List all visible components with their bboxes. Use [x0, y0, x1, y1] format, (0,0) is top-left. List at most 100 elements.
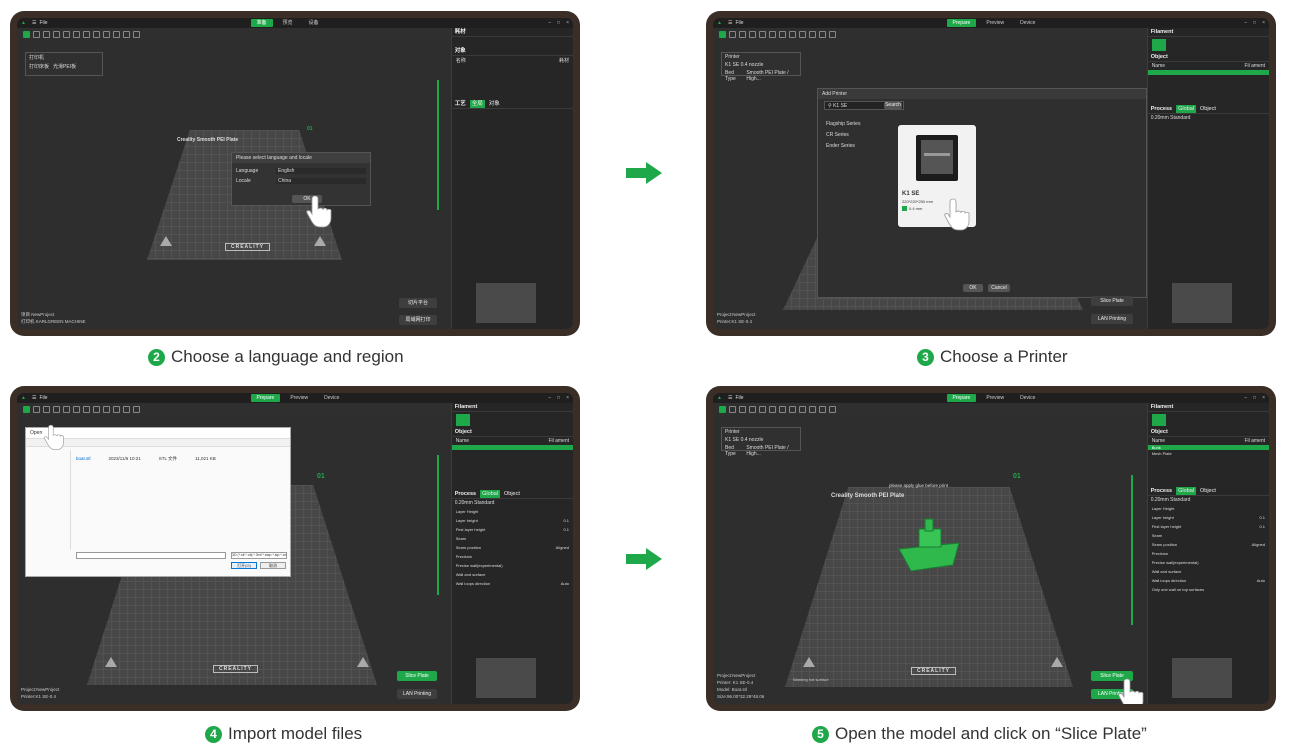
- 3d-viewport[interactable]: Printer K1 SE 0.4 nozzle Bed Type Smooth …: [713, 40, 1147, 329]
- ok-button[interactable]: OK: [963, 284, 983, 292]
- mesh-plate-item[interactable]: Mesh Plate: [1148, 450, 1269, 457]
- maximize-icon[interactable]: □: [557, 20, 560, 26]
- tab-prepare[interactable]: Prepare: [250, 394, 281, 402]
- seam-icon[interactable]: [133, 30, 140, 38]
- address-bar[interactable]: [26, 439, 290, 447]
- arrange-icon[interactable]: [63, 405, 70, 413]
- file-name[interactable]: boat.stl: [76, 456, 91, 462]
- nav-pane[interactable]: [26, 450, 71, 550]
- minimize-icon[interactable]: –: [1244, 20, 1247, 26]
- tab-prepare[interactable]: 准备: [250, 19, 273, 27]
- minimize-icon[interactable]: –: [548, 395, 551, 401]
- filename-input[interactable]: [76, 552, 226, 559]
- 3d-viewport[interactable]: 01 CREALITY Open boat.stl 2023/11/6 10:2…: [17, 415, 451, 704]
- maximize-icon[interactable]: □: [557, 395, 560, 401]
- filament-swatch[interactable]: [1151, 414, 1166, 426]
- rotate-icon[interactable]: [749, 405, 756, 413]
- arrange-icon[interactable]: [759, 30, 766, 38]
- menu-icon[interactable]: ☰: [728, 20, 732, 26]
- orient-icon[interactable]: [73, 30, 80, 38]
- support-icon[interactable]: [123, 405, 130, 413]
- object-row-selected[interactable]: [451, 445, 573, 450]
- plate-icon[interactable]: [729, 30, 736, 38]
- setting-value[interactable]: 0.1: [563, 526, 569, 533]
- add-icon[interactable]: [23, 30, 30, 38]
- tab-preview[interactable]: Preview: [980, 394, 1010, 402]
- cut-icon[interactable]: [113, 30, 120, 38]
- rotate-icon[interactable]: [53, 30, 60, 38]
- object-toggle[interactable]: 对象: [489, 100, 500, 108]
- 3d-viewport[interactable]: 打印机 打印床板 光滑PEI板 Creality Smooth PEI Plate…: [17, 40, 451, 329]
- setting-value[interactable]: Auto: [561, 580, 569, 587]
- layer-slider[interactable]: [437, 80, 439, 210]
- tab-preview[interactable]: Preview: [284, 394, 314, 402]
- series-cr[interactable]: CR Series: [826, 130, 860, 141]
- arrange-icon[interactable]: [63, 30, 70, 38]
- tab-prepare[interactable]: Prepare: [946, 394, 977, 402]
- slice-plate-button[interactable]: 切片平台: [399, 298, 437, 308]
- tab-prepare[interactable]: Prepare: [946, 19, 977, 27]
- bed-value[interactable]: 光滑PEI板: [53, 63, 76, 70]
- object-toggle[interactable]: Object: [1200, 487, 1216, 495]
- scale-icon[interactable]: [799, 405, 806, 413]
- tab-preview[interactable]: Preview: [980, 19, 1010, 27]
- close-icon[interactable]: ×: [1262, 395, 1265, 401]
- locale-select[interactable]: China: [276, 178, 366, 184]
- printer-select[interactable]: K1 SE 0.4 nozzle: [722, 61, 800, 69]
- close-icon[interactable]: ×: [1262, 20, 1265, 26]
- checkbox-icon[interactable]: [902, 206, 907, 211]
- support-icon[interactable]: [819, 30, 826, 38]
- tab-preview[interactable]: 预览: [277, 19, 299, 27]
- plate-icon[interactable]: [729, 405, 736, 413]
- add-icon[interactable]: [23, 405, 30, 413]
- menu-file[interactable]: File: [39, 395, 47, 401]
- split-icon[interactable]: [779, 30, 786, 38]
- setting-value[interactable]: Aligned: [556, 544, 569, 551]
- layers-icon[interactable]: [93, 405, 100, 413]
- layers-icon[interactable]: [789, 405, 796, 413]
- cube-icon[interactable]: [43, 30, 50, 38]
- setting-value[interactable]: Aligned: [1252, 541, 1265, 548]
- rotate-icon[interactable]: [749, 30, 756, 38]
- menu-file[interactable]: File: [39, 20, 47, 26]
- layer-slider[interactable]: [437, 455, 439, 595]
- cut-icon[interactable]: [113, 405, 120, 413]
- slice-plate-button[interactable]: Slice Plate: [397, 671, 437, 681]
- global-toggle[interactable]: Global: [1176, 487, 1196, 495]
- preset-select[interactable]: 0.20mm Standard: [1148, 496, 1269, 504]
- series-flagship[interactable]: Flagship Series: [826, 119, 860, 130]
- boat-model[interactable]: [893, 513, 965, 577]
- setting-value[interactable]: 0.1: [1259, 514, 1265, 521]
- add-icon[interactable]: [719, 405, 726, 413]
- search-button[interactable]: Search: [884, 102, 902, 109]
- preset-select[interactable]: 0.20mm Standard: [1148, 114, 1269, 122]
- global-toggle[interactable]: Global: [480, 490, 500, 498]
- file-row[interactable]: boat.stl 2023/11/6 10:21 STL 文件 11,021 K…: [76, 456, 216, 462]
- cancel-button[interactable]: Cancel: [988, 284, 1010, 292]
- split-icon[interactable]: [83, 30, 90, 38]
- seam-icon[interactable]: [133, 405, 140, 413]
- bed-value[interactable]: Smooth PEI Plate / High...: [746, 70, 797, 82]
- tab-device[interactable]: Device: [1014, 394, 1041, 402]
- split-icon[interactable]: [779, 405, 786, 413]
- file-type-filter[interactable]: 3D (*.stl *.obj *.3mf *.step *.stp *.amf…: [231, 552, 287, 559]
- setting-value[interactable]: Auto: [1257, 577, 1265, 584]
- object-toggle[interactable]: Object: [1200, 105, 1216, 113]
- tab-device[interactable]: Device: [318, 394, 345, 402]
- seam-icon[interactable]: [829, 30, 836, 38]
- language-select[interactable]: English: [276, 168, 366, 174]
- cut-icon[interactable]: [809, 30, 816, 38]
- cancel-button[interactable]: 取消: [260, 562, 286, 569]
- scale-icon[interactable]: [799, 30, 806, 38]
- scale-icon[interactable]: [103, 30, 110, 38]
- lan-printing-button[interactable]: LAN Printing: [397, 689, 437, 699]
- filament-swatch[interactable]: [455, 414, 470, 426]
- minimize-icon[interactable]: –: [1244, 395, 1247, 401]
- lan-printing-button[interactable]: LAN Printing: [1091, 314, 1133, 324]
- lan-printing-button[interactable]: 局域网打印: [399, 315, 437, 325]
- orient-icon[interactable]: [73, 405, 80, 413]
- slice-plate-button[interactable]: Slice Plate: [1091, 296, 1133, 306]
- add-icon[interactable]: [719, 30, 726, 38]
- rotate-icon[interactable]: [53, 405, 60, 413]
- layer-slider[interactable]: [1131, 475, 1133, 625]
